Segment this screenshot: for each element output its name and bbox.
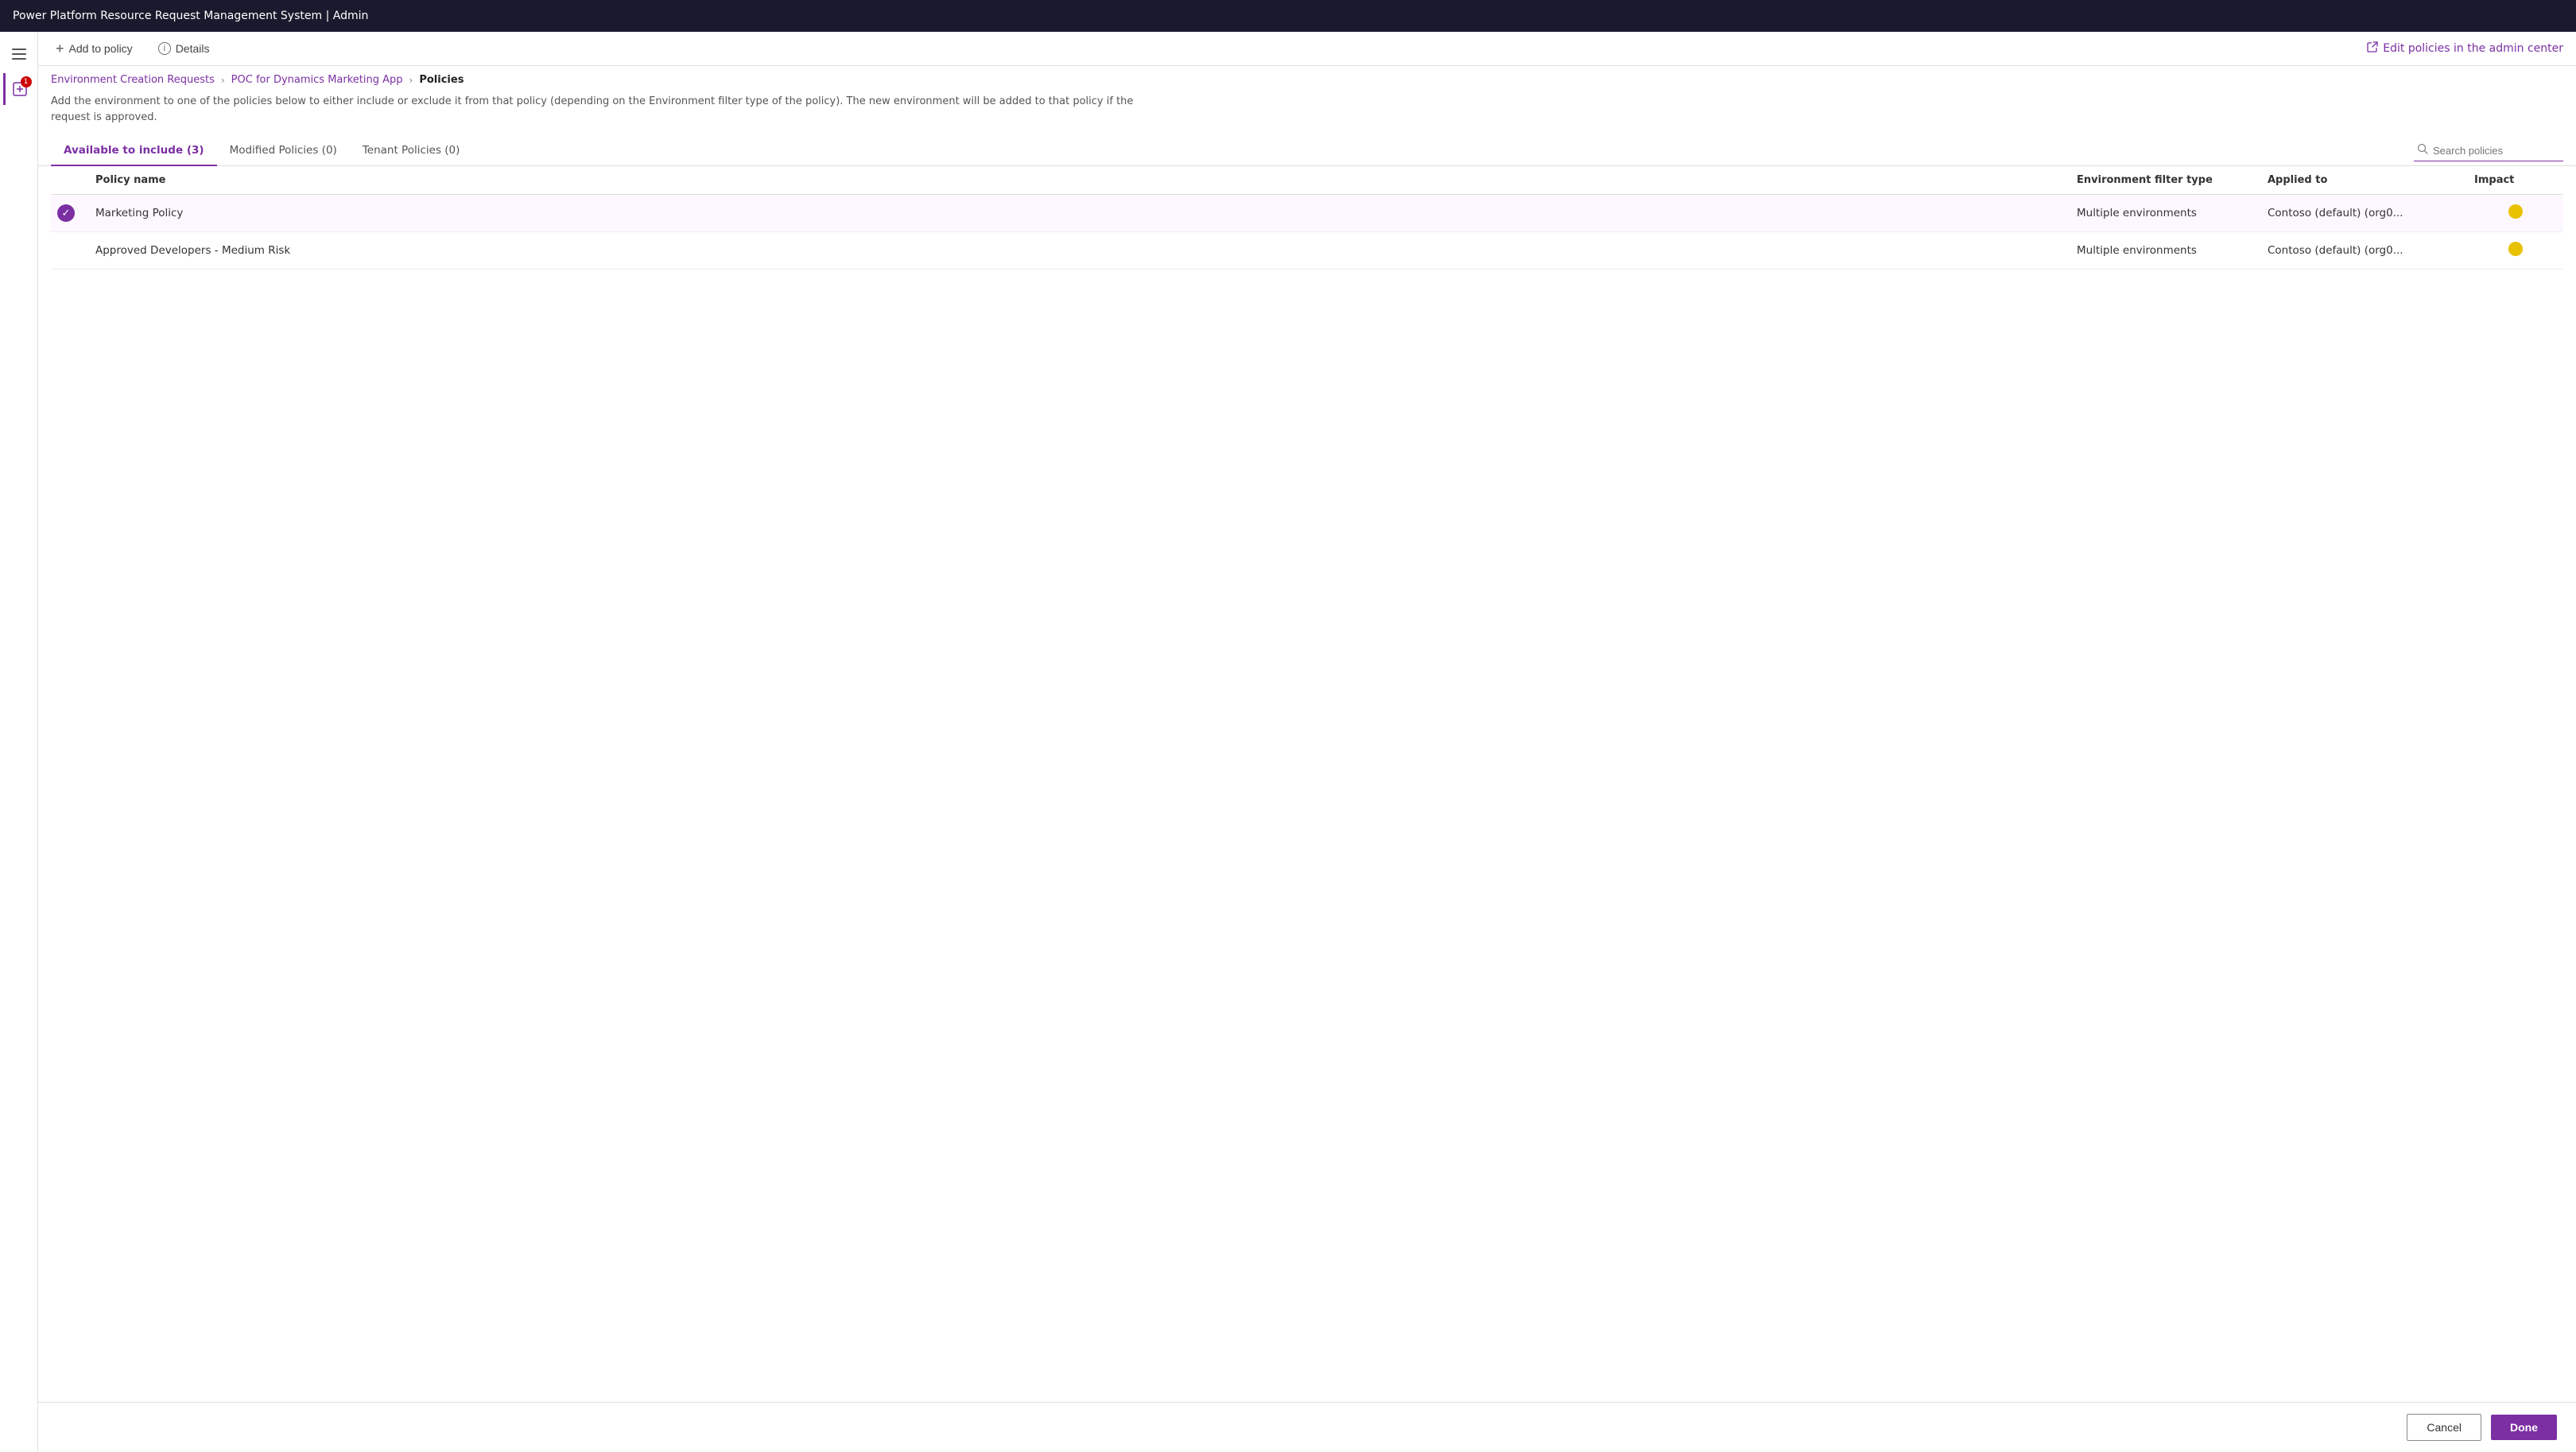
table-header-row: Policy name Environment filter type Appl… — [51, 166, 2563, 195]
tab-tenant[interactable]: Tenant Policies (0) — [350, 136, 473, 166]
app-title: Power Platform Resource Request Manageme… — [13, 10, 368, 22]
breadcrumb-separator-0: › — [221, 75, 225, 86]
tab-modified[interactable]: Modified Policies (0) — [217, 136, 350, 166]
table-row[interactable]: Approved Developers - Medium RiskMultipl… — [51, 232, 2563, 270]
done-button[interactable]: Done — [2491, 1415, 2557, 1440]
add-to-policy-label: Add to policy — [69, 42, 133, 55]
table-row[interactable]: ✓ Marketing PolicyMultiple environmentsCo… — [51, 195, 2563, 232]
add-to-policy-button[interactable]: + Add to policy — [51, 38, 138, 59]
content-area: + Add to policy i Details Edit policies … — [38, 32, 2576, 1452]
row-applied-to: Contoso (default) (org0... — [2261, 195, 2468, 232]
plus-icon: + — [56, 41, 64, 56]
footer-bar: Cancel Done — [38, 1402, 2576, 1452]
tabs-bar: Available to include (3) Modified Polici… — [38, 136, 2576, 166]
edit-policies-link[interactable]: Edit policies in the admin center — [2367, 41, 2563, 56]
row-applied-to: Contoso (default) (org0... — [2261, 232, 2468, 270]
edit-policies-label: Edit policies in the admin center — [2383, 42, 2563, 55]
selected-check-icon: ✓ — [57, 204, 75, 222]
impact-dot — [2508, 204, 2523, 219]
col-header-policy-name: Policy name — [89, 166, 2070, 195]
breadcrumb-item-1[interactable]: POC for Dynamics Marketing App — [231, 74, 403, 86]
row-policy-name: Approved Developers - Medium Risk — [89, 232, 2070, 270]
hamburger-menu[interactable] — [3, 38, 35, 70]
row-env-filter: Multiple environments — [2070, 232, 2261, 270]
tab-available[interactable]: Available to include (3) — [51, 136, 217, 166]
search-box[interactable] — [2414, 140, 2563, 161]
policies-table: Policy name Environment filter type Appl… — [51, 166, 2563, 270]
breadcrumb-separator-1: › — [409, 75, 413, 86]
info-icon: i — [158, 42, 171, 55]
table-area: Policy name Environment filter type Appl… — [38, 166, 2576, 1402]
row-impact — [2468, 195, 2563, 232]
col-header-applied-to: Applied to — [2261, 166, 2468, 195]
col-header-check — [51, 166, 89, 195]
sidebar: 1 — [0, 32, 38, 1452]
details-label: Details — [176, 42, 210, 55]
col-header-impact: Impact — [2468, 166, 2563, 195]
breadcrumb: Environment Creation Requests › POC for … — [38, 66, 2576, 89]
row-impact — [2468, 232, 2563, 270]
external-link-icon — [2367, 41, 2378, 56]
col-header-env-filter: Environment filter type — [2070, 166, 2261, 195]
breadcrumb-item-2: Policies — [419, 74, 464, 86]
search-input[interactable] — [2433, 145, 2560, 157]
breadcrumb-item-0[interactable]: Environment Creation Requests — [51, 74, 215, 86]
row-policy-name: Marketing Policy — [89, 195, 2070, 232]
notification-badge: 1 — [21, 76, 32, 87]
cancel-button[interactable]: Cancel — [2407, 1414, 2481, 1441]
impact-dot — [2508, 242, 2523, 256]
details-button[interactable]: i Details — [153, 39, 215, 58]
search-icon — [2417, 143, 2428, 157]
sidebar-item-requests[interactable]: 1 — [3, 73, 35, 105]
title-bar: Power Platform Resource Request Manageme… — [0, 0, 2576, 32]
top-toolbar: + Add to policy i Details Edit policies … — [38, 32, 2576, 66]
row-check-cell[interactable] — [51, 232, 89, 270]
row-check-cell[interactable]: ✓ — [51, 195, 89, 232]
page-description: Add the environment to one of the polici… — [38, 89, 1151, 136]
row-env-filter: Multiple environments — [2070, 195, 2261, 232]
